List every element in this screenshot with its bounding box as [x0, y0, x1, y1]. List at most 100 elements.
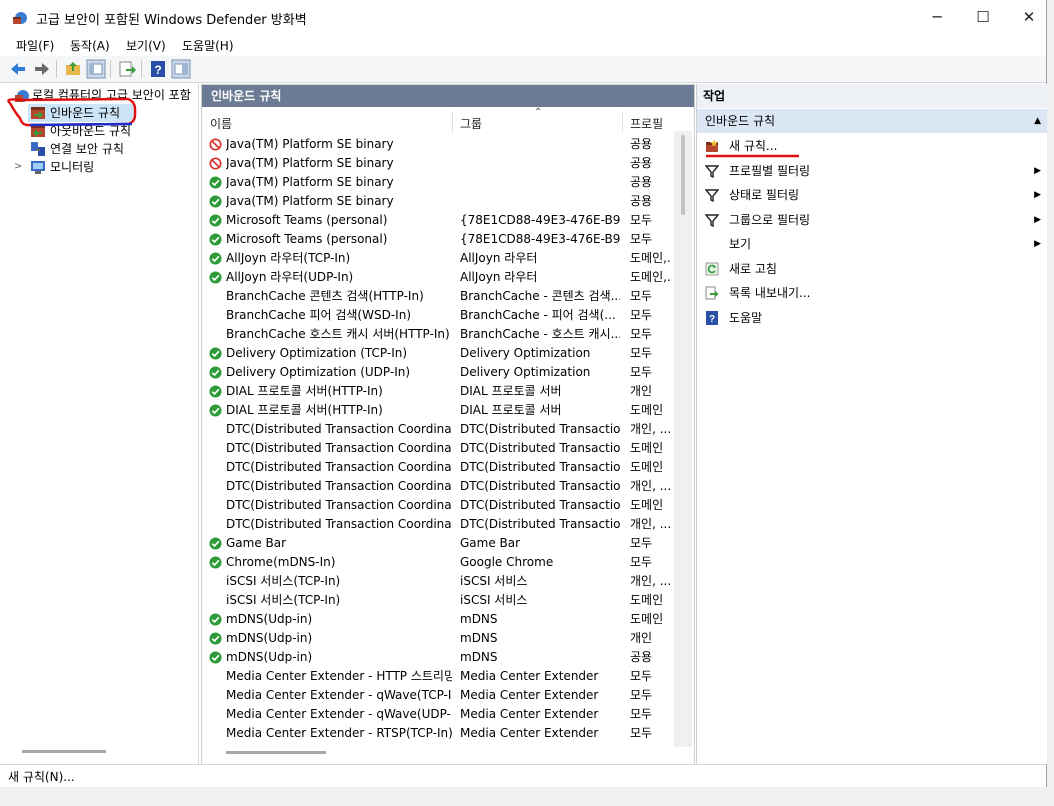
filter-icon — [705, 164, 719, 178]
table-row[interactable]: AllJoyn 라우터(UDP-In) AllJoyn 라우터 도메인,... — [202, 268, 672, 287]
table-row[interactable]: BranchCache 콘텐츠 검색(HTTP-In) BranchCache -… — [202, 287, 672, 306]
tree-scrollbar[interactable] — [22, 750, 106, 753]
connection-security-icon — [31, 142, 45, 156]
action-item[interactable]: 그룹으로 필터링 ▶ — [697, 208, 1047, 232]
rule-profile: 공용 — [630, 650, 653, 664]
table-row[interactable]: DTC(Distributed Transaction Coordinato..… — [202, 439, 672, 458]
window-title: 고급 보안이 포함된 Windows Defender 방화벽 — [36, 13, 307, 28]
table-row[interactable]: DTC(Distributed Transaction Coordinato..… — [202, 515, 672, 534]
rule-profile: 공용 — [630, 175, 653, 189]
tree-item-label: 모니터링 — [50, 160, 95, 174]
help-icon[interactable]: ? — [148, 59, 168, 79]
table-row[interactable]: AllJoyn 라우터(TCP-In) AllJoyn 라우터 도메인,... — [202, 249, 672, 268]
rule-profile: 모두 — [630, 688, 653, 702]
rule-group: mDNS — [460, 612, 498, 626]
rule-group: BranchCache - 피어 검색(... — [460, 308, 616, 322]
rule-group: DTC(Distributed Transactio... — [460, 441, 620, 455]
up-folder-icon[interactable] — [63, 59, 83, 79]
table-row[interactable]: Microsoft Teams (personal) {78E1CD88-49E3… — [202, 230, 672, 249]
table-row[interactable]: iSCSI 서비스(TCP-In) iSCSI 서비스 도메인 — [202, 591, 672, 610]
column-header-profile[interactable]: 프로필 — [630, 113, 663, 135]
table-row[interactable]: Media Center Extender - qWave(UDP-In) Med… — [202, 705, 672, 724]
expand-chevron-icon[interactable]: > — [14, 158, 22, 176]
table-row[interactable]: DTC(Distributed Transaction Coordinato..… — [202, 496, 672, 515]
table-row[interactable]: DTC(Distributed Transaction Coordinato..… — [202, 477, 672, 496]
table-row[interactable]: Java(TM) Platform SE binary 공용 — [202, 173, 672, 192]
annotation-highlight — [7, 97, 137, 127]
submenu-arrow-icon: ▶ — [1034, 165, 1041, 176]
allowed-check-icon — [209, 404, 222, 417]
rule-profile: 모두 — [630, 726, 653, 740]
table-row[interactable]: DIAL 프로토콜 서버(HTTP-In) DIAL 프로토콜 서버 도메인 — [202, 401, 672, 420]
table-row[interactable]: mDNS(Udp-in) mDNS 공용 — [202, 648, 672, 667]
action-item[interactable]: 목록 내보내기... — [697, 281, 1047, 305]
action-item[interactable]: 새로 고침 — [697, 257, 1047, 281]
menu-view[interactable]: 보기(V) — [126, 37, 166, 54]
table-row[interactable]: BranchCache 피어 검색(WSD-In) BranchCache - 피… — [202, 306, 672, 325]
rule-group: {78E1CD88-49E3-476E-B9... — [460, 213, 620, 227]
table-row[interactable]: Media Center Extender - RTSP(TCP-In) Medi… — [202, 724, 672, 743]
table-row[interactable]: DIAL 프로토콜 서버(HTTP-In) DIAL 프로토콜 서버 개인 — [202, 382, 672, 401]
table-row[interactable]: Game Bar Game Bar 모두 — [202, 534, 672, 553]
rule-profile: 모두 — [630, 308, 653, 322]
forward-arrow-icon[interactable] — [32, 59, 52, 79]
rules-vertical-scrollbar[interactable] — [674, 131, 692, 747]
table-row[interactable]: DTC(Distributed Transaction Coordinato..… — [202, 420, 672, 439]
table-row[interactable]: Media Center Extender - HTTP 스트리밍... Medi… — [202, 667, 672, 686]
rule-name: Java(TM) Platform SE binary — [226, 156, 394, 170]
column-divider[interactable] — [452, 111, 453, 133]
menu-help[interactable]: 도움말(H) — [182, 37, 234, 54]
actions-section-inbound-rules[interactable]: 인바운드 규칙 ▲ — [697, 109, 1047, 133]
rule-name: BranchCache 호스트 캐시 서버(HTTP-In) — [226, 327, 450, 341]
rule-name: DTC(Distributed Transaction Coordinato..… — [226, 441, 452, 455]
rule-group: BranchCache - 호스트 캐시... — [460, 327, 620, 341]
table-row[interactable]: Delivery Optimization (UDP-In) Delivery O… — [202, 363, 672, 382]
maximize-button[interactable]: ☐ — [960, 0, 1006, 34]
rule-name: mDNS(Udp-in) — [226, 612, 313, 626]
rule-group: {78E1CD88-49E3-476E-B9... — [460, 232, 620, 246]
action-item[interactable]: 프로필별 필터링 ▶ — [697, 159, 1047, 183]
back-arrow-icon[interactable] — [8, 59, 28, 79]
table-row[interactable]: iSCSI 서비스(TCP-In) iSCSI 서비스 개인, ... — [202, 572, 672, 591]
close-button[interactable]: ✕ — [1006, 0, 1052, 34]
table-row[interactable]: Media Center Extender - qWave(TCP-In) Med… — [202, 686, 672, 705]
rule-group: DIAL 프로토콜 서버 — [460, 403, 562, 417]
allowed-check-icon — [209, 233, 222, 246]
scroll-thumb[interactable] — [681, 135, 685, 215]
rules-horizontal-scrollbar[interactable] — [226, 751, 326, 754]
table-row[interactable]: Java(TM) Platform SE binary 공용 — [202, 135, 672, 154]
rule-name: Java(TM) Platform SE binary — [226, 194, 394, 208]
show-hide-action-pane-icon[interactable] — [171, 59, 191, 79]
table-row[interactable]: Microsoft Teams (personal) {78E1CD88-49E3… — [202, 211, 672, 230]
column-header-name[interactable]: 이름 — [210, 113, 232, 135]
monitoring-icon — [31, 161, 45, 174]
rule-group: iSCSI 서비스 — [460, 574, 528, 588]
table-row[interactable]: Chrome(mDNS-In) Google Chrome 모두 — [202, 553, 672, 572]
rule-group: DTC(Distributed Transactio... — [460, 460, 620, 474]
sort-ascending-icon: ⌃ — [534, 107, 543, 118]
collapse-icon[interactable]: ▲ — [1034, 109, 1041, 133]
allowed-check-icon — [209, 632, 222, 645]
rule-profile: 개인, ... — [630, 479, 670, 493]
show-hide-tree-icon[interactable] — [86, 59, 106, 79]
action-item[interactable]: 보기 ▶ — [697, 232, 1047, 256]
action-item[interactable]: ? 도움말 — [697, 306, 1047, 330]
table-row[interactable]: mDNS(Udp-in) mDNS 도메인 — [202, 610, 672, 629]
rule-profile: 모두 — [630, 213, 653, 227]
table-row[interactable]: mDNS(Udp-in) mDNS 개인 — [202, 629, 672, 648]
table-row[interactable]: BranchCache 호스트 캐시 서버(HTTP-In) BranchCach… — [202, 325, 672, 344]
table-row[interactable]: Delivery Optimization (TCP-In) Delivery O… — [202, 344, 672, 363]
export-icon[interactable] — [117, 59, 137, 79]
column-header-group[interactable]: 그룹 — [460, 113, 482, 135]
minimize-button[interactable]: ─ — [914, 0, 960, 34]
rule-name: Media Center Extender - HTTP 스트리밍... — [226, 669, 452, 683]
menu-action[interactable]: 동작(A) — [70, 37, 110, 54]
firewall-window: 고급 보안이 포함된 Windows Defender 방화벽 ─ ☐ ✕ 파일… — [0, 0, 1047, 787]
table-row[interactable]: DTC(Distributed Transaction Coordinato..… — [202, 458, 672, 477]
table-row[interactable]: Java(TM) Platform SE binary 공용 — [202, 192, 672, 211]
table-row[interactable]: Java(TM) Platform SE binary 공용 — [202, 154, 672, 173]
action-item[interactable]: 상태로 필터링 ▶ — [697, 183, 1047, 207]
allowed-check-icon — [209, 252, 222, 265]
column-divider[interactable] — [622, 111, 623, 133]
menu-file[interactable]: 파일(F) — [16, 37, 54, 54]
